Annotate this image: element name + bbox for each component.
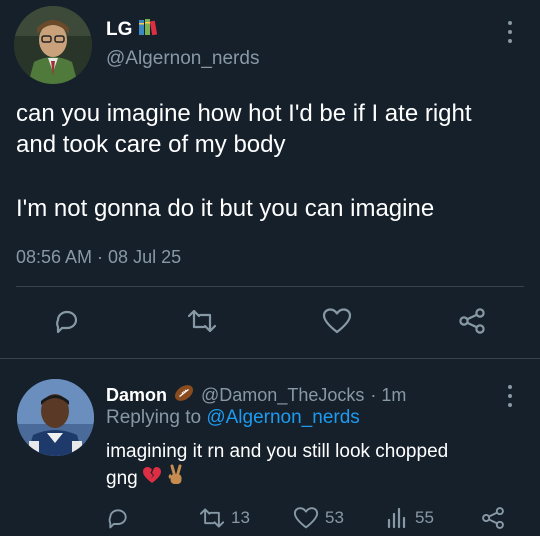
share-icon [459, 308, 485, 334]
reply-like-button[interactable]: 53 [293, 506, 344, 530]
main-handle-row: @Algernon_nerds [106, 48, 259, 70]
tweet-text-line2: and took care of my body [16, 131, 286, 158]
more-options-icon[interactable] [507, 21, 513, 43]
broken-heart-emoji-icon [142, 465, 162, 492]
reply-avatar-image [17, 379, 94, 456]
reply-icon [56, 310, 78, 334]
reply-views-button[interactable]: 55 [385, 506, 434, 530]
tweet-text-line1: can you imagine how hot I'd be if I ate … [16, 100, 472, 127]
books-emoji-icon [138, 17, 158, 42]
victory-hand-emoji-icon [166, 464, 186, 493]
avatar[interactable] [14, 6, 92, 84]
timestamp[interactable]: 08:56 AM · 08 Jul 25 [16, 247, 181, 268]
retweet-count: 13 [231, 508, 250, 527]
reply-text-line1: imagining it rn and you still look chopp… [106, 441, 449, 462]
reply-share-icon [482, 507, 504, 529]
heart-icon [322, 308, 352, 334]
reply-reply-icon [108, 509, 127, 529]
handle[interactable]: @Algernon_nerds [106, 48, 259, 70]
reply-share-button[interactable] [480, 506, 506, 530]
avatar-image [14, 6, 92, 84]
reply-retweet-button[interactable]: 13 [199, 506, 250, 530]
football-emoji-icon [173, 383, 195, 408]
main-name-row: LG [106, 17, 158, 42]
tweet-text-line3: I'm not gonna do it but you can imagine [16, 195, 435, 222]
like-count: 53 [325, 508, 344, 527]
replying-prefix: Replying to [106, 407, 202, 428]
retweet-icon [187, 309, 217, 333]
display-name[interactable]: LG [106, 19, 132, 41]
reply-retweet-icon [199, 508, 225, 528]
replying-to: Replying to @Algernon_nerds [106, 407, 360, 429]
reply-avatar[interactable] [17, 379, 94, 456]
reply-reply-button[interactable] [106, 506, 130, 530]
reply-name-row: Damon @Damon_TheJocks · 1m [106, 383, 406, 408]
reply-handle[interactable]: @Damon_TheJocks [201, 385, 364, 406]
main-tweet: LG @Algernon_nerds can you imagine how h… [0, 0, 540, 360]
views-count: 55 [415, 508, 434, 527]
retweet-button[interactable] [187, 307, 217, 335]
reply-time[interactable]: · 1m [370, 385, 406, 406]
reply-text: imagining it rn and you still look chopp… [106, 440, 526, 493]
like-button[interactable] [322, 307, 352, 335]
views-icon [387, 507, 406, 529]
reply-button[interactable] [53, 307, 81, 335]
share-button[interactable] [457, 307, 487, 335]
divider [16, 286, 524, 287]
section-divider [0, 358, 540, 359]
replying-mention[interactable]: @Algernon_nerds [206, 407, 359, 428]
reply-heart-icon [293, 507, 319, 529]
reply-text-line2: gng [106, 467, 138, 489]
reply-more-options-icon[interactable] [507, 385, 513, 407]
reply-display-name[interactable]: Damon [106, 385, 167, 406]
reply-text-line2-row: gng [106, 464, 526, 493]
